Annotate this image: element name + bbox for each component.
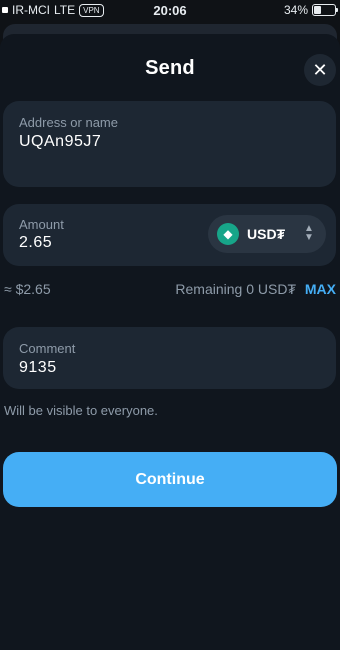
amount-field[interactable]: Amount 2.65 ◆ USD₮ ▲ ▼ [3,204,336,266]
comment-field[interactable]: Comment 9135 [3,327,336,389]
amount-info-row: ≈ $2.65 Remaining 0 USD₮ MAX [4,281,336,299]
battery-percent: 34% [283,3,308,17]
token-symbol: USD₮ [247,226,286,242]
remaining-balance: Remaining 0 USD₮ [175,281,296,297]
fiat-equivalent: ≈ $2.65 [4,281,51,297]
close-icon: ✕ [312,60,328,80]
address-input[interactable]: UQAn95J7 [19,133,101,151]
status-right: 34% [283,3,338,17]
comment-input[interactable]: 9135 [19,359,57,377]
status-bar: IR-MCI LTE VPN 20:06 34% [0,0,340,22]
comment-label: Comment [19,341,76,356]
token-selector[interactable]: ◆ USD₮ ▲ ▼ [208,215,326,253]
amount-input[interactable]: 2.65 [19,234,52,252]
address-label: Address or name [19,115,118,130]
continue-button[interactable]: Continue [3,452,337,507]
comment-hint: Will be visible to everyone. [4,403,158,418]
close-button[interactable]: ✕ [304,54,336,86]
tether-icon: ◆ [217,223,239,245]
page-title: Send [145,57,195,79]
max-button[interactable]: MAX [305,281,336,297]
chevron-updown-icon: ▲ ▼ [304,223,314,243]
battery-icon [312,4,338,16]
send-screen: IR-MCI LTE VPN 20:06 34% Send ✕ Address … [0,0,340,650]
battery-fill [314,6,321,14]
address-field[interactable]: Address or name UQAn95J7 [3,101,336,187]
amount-label: Amount [19,217,64,232]
